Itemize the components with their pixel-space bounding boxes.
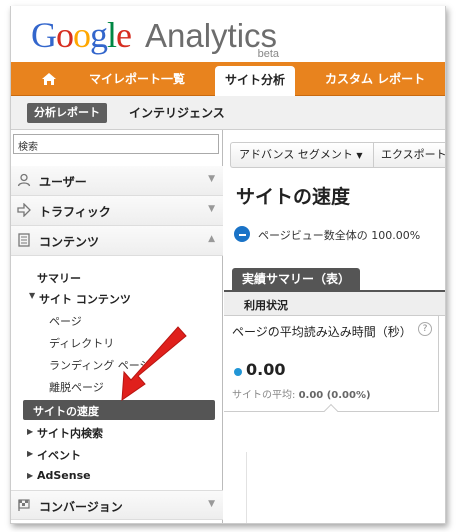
metric-card-avg-load-time[interactable]: ページの平均読み込み時間（秒） ? 0.00 サイトの平均: 0.00 (0.0… [224,316,439,419]
chevron-down-icon: ▼ [208,499,215,509]
sidebar-item-events[interactable]: イベント [37,447,81,463]
sidebar-item-directory[interactable]: ディレクトリ [49,335,114,351]
selected-notch [323,403,339,419]
sidebar-item-label: サイトの速度 [33,405,99,418]
tab-performance-summary[interactable]: 実績サマリー（表） [232,268,361,290]
report-sidebar: 検索 ユーザー ▼ トラフィック ▼ コンテンツ ▲ サマリー ▼ サイト コン… [11,130,223,523]
chevron-down-icon: ▼ [208,204,215,214]
series-dot-icon [234,368,242,376]
toolbar-divider [373,143,374,167]
pageview-percentage: ページビュー数全体の 100.00% [258,229,421,242]
tab-site-analysis[interactable]: サイト分析 [215,66,296,96]
expand-triangle-icon: ▶ [27,427,34,436]
users-icon [17,173,31,187]
sidebar-item-page[interactable]: ページ [49,313,82,329]
sidebar-section-traffic[interactable]: トラフィック ▼ [11,196,223,226]
advanced-segment-button[interactable]: アドバンス セグメント ▼ [239,143,362,168]
site-average: サイトの平均: 0.00 (0.00%) [232,390,371,401]
segment-minus-icon[interactable] [234,226,250,242]
expand-triangle-icon: ▶ [27,471,34,480]
tab-my-reports[interactable]: マイレポート一覧 [89,62,185,96]
sidebar-item-exit-page[interactable]: 離脱ページ [49,379,104,395]
sidebar-section-conversion[interactable]: コンバージョン ▼ [11,490,223,520]
tab-analysis-reports[interactable]: 分析レポート [27,103,107,123]
google-wordmark: Google [31,15,132,55]
segment-toolbar: アドバンス セグメント ▼ エクスポート [230,142,445,168]
sidebar-item-adsense[interactable]: AdSense [37,469,91,482]
export-button[interactable]: エクスポート [381,143,445,167]
traffic-arrow-icon [17,202,31,218]
sidebar-item-site-speed[interactable]: サイトの速度 [23,400,215,420]
top-navigation: マイレポート一覧 サイト分析 カスタム レポート [11,62,445,96]
tab-intelligence[interactable]: インテリジェンス [129,103,225,123]
metric-title: ページの平均読み込み時間（秒） [232,325,412,339]
usage-header: 利用状況 [224,292,445,316]
chevron-down-icon: ▼ [208,174,215,184]
page-title: サイトの速度 [236,186,351,208]
sidebar-section-content[interactable]: コンテンツ ▲ [11,226,223,256]
sidebar-item-site-content[interactable]: サイト コンテンツ [39,291,131,307]
expand-triangle-icon: ▼ [29,291,36,300]
sidebar-section-label: トラフィック [39,205,111,219]
sidebar-item-site-search[interactable]: サイト内検索 [37,425,103,441]
beta-label: beta [257,48,280,60]
sidebar-item-landing-page[interactable]: ランディング ページ [49,357,151,373]
sidebar-section-label: ユーザー [39,175,87,189]
sidebar-item-summary[interactable]: サマリー [37,270,81,286]
report-content: アドバンス セグメント ▼ エクスポート サイトの速度 ページビュー数全体の 1… [224,130,445,523]
sidebar-section-users[interactable]: ユーザー ▼ [11,166,223,196]
analytics-window: Google Analytics beta マイレポート一覧 サイト分析 カスタ… [10,6,446,524]
dropdown-caret-icon: ▼ [356,151,363,160]
content-icon [17,233,31,247]
help-icon[interactable]: ? [418,322,432,336]
metric-value: 0.00 [246,360,286,379]
chart-axis-line [246,452,247,523]
google-analytics-logo[interactable]: Google Analytics beta [31,14,280,60]
usage-label: 利用状況 [244,299,288,312]
chevron-up-icon: ▲ [208,234,215,244]
sidebar-search-input[interactable]: 検索 [13,134,219,154]
expand-triangle-icon: ▶ [27,449,34,458]
flag-icon [17,498,31,512]
home-icon[interactable] [31,62,67,96]
sub-navigation: 分析レポート インテリジェンス [11,96,445,130]
tab-custom-reports[interactable]: カスタム レポート [325,62,425,96]
sidebar-section-label: コンバージョン [39,500,123,514]
sidebar-section-label: コンテンツ [39,235,100,249]
